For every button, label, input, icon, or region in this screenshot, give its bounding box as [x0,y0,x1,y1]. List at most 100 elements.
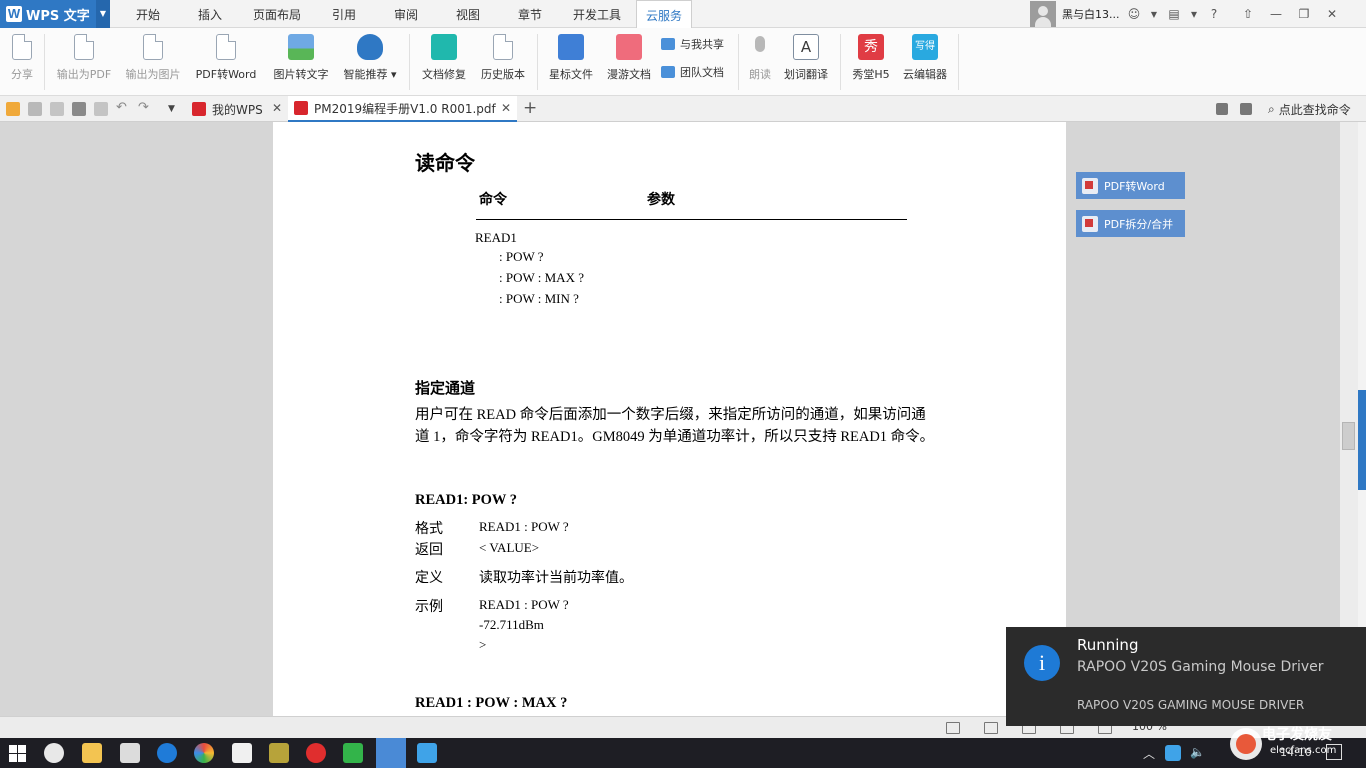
file-explorer-icon[interactable] [82,743,102,763]
tab-start[interactable]: 开始 [120,0,176,28]
export-icon[interactable] [50,102,64,116]
media-icon[interactable] [269,743,289,763]
export-image-button[interactable]: 输出为图片 [121,34,185,88]
info-icon: i [1024,645,1060,681]
tab-chapter[interactable]: 章节 [502,0,558,28]
upload-icon[interactable]: ⇧ [1238,7,1258,21]
store-icon[interactable] [120,743,140,763]
app-icon[interactable] [417,743,437,763]
open-folder-icon[interactable] [6,102,20,116]
doc-icon[interactable] [1216,103,1228,115]
divider [44,34,45,90]
roaming-docs-label: 漫游文档 [607,68,651,81]
chat-icon[interactable] [44,743,64,763]
volume-icon[interactable]: 🔈 [1190,745,1205,759]
tab-view[interactable]: 视图 [440,0,496,28]
star-folder-icon [558,34,584,60]
smart-recommend-button[interactable]: 智能推荐 ▾ [339,34,401,88]
wechat-icon[interactable] [343,743,363,763]
skin-icon[interactable]: ☺ [1124,7,1144,21]
close-icon[interactable]: ✕ [1322,7,1342,21]
field-label: 定义 [415,570,443,586]
history-button[interactable]: 历史版本 [476,34,530,88]
find-command-search[interactable]: ⌕ 点此查找命令 [1268,96,1351,122]
pdf-to-word-button[interactable]: PDF转Word [191,34,261,88]
help-icon[interactable]: ? [1204,7,1224,21]
chevron-down-icon[interactable]: ▼ [168,102,182,116]
restore-icon[interactable]: ❐ [1294,7,1314,21]
tab-my-wps[interactable]: 我的WPS ✕ [186,96,288,122]
tab-cloud-service[interactable]: 云服务 [636,0,692,29]
microphone-icon [747,34,773,60]
divider [537,34,538,90]
user-name[interactable]: 黑与白13... [1062,6,1124,22]
shared-with-me-button[interactable]: 与我共享 [661,34,724,54]
read-aloud-button[interactable]: 朗读 [744,34,776,88]
tab-review[interactable]: 审阅 [378,0,434,28]
export-pdf-button[interactable]: 输出为PDF [52,34,116,88]
tab-document[interactable]: PM2019编程手册V1.0 R001.pdf ✕ [288,96,517,122]
column-header-params: 参数 [647,192,675,208]
print-icon[interactable] [72,102,86,116]
cloud-editor-icon: 写得 [912,34,938,60]
side-panel-toggle[interactable] [1358,390,1366,490]
starred-files-button[interactable]: 星标文件 [544,34,598,88]
tray-app-icon[interactable] [1165,745,1181,761]
wps-logo-icon: W [6,6,22,22]
new-tab-icon[interactable]: + [523,98,537,118]
minimize-icon[interactable]: — [1266,7,1286,21]
pdf-split-merge-button[interactable]: PDF拆分/合并 [1076,210,1185,237]
shared-with-me-label: 与我共享 [680,38,724,51]
section-heading: 读命令 [415,151,475,175]
page-view-icon[interactable] [984,722,998,734]
share-button[interactable]: 分享 [6,34,38,88]
image-to-text-button[interactable]: 图片转文字 [268,34,334,88]
section-heading: 指定通道 [415,379,476,397]
tab-developer[interactable]: 开发工具 [564,0,630,28]
tray-chevron-icon[interactable]: ︿ [1143,745,1155,762]
field-label: 格式 [415,521,443,537]
team-icon [661,66,675,78]
mail-icon[interactable] [232,743,252,763]
team-docs-button[interactable]: 团队文档 [661,62,724,82]
translate-button[interactable]: A 划词翻译 [780,34,832,88]
collapse-icon[interactable] [1240,103,1252,115]
chevron-down-icon[interactable]: ▼ [96,0,110,28]
tab-insert[interactable]: 插入 [182,0,238,28]
close-icon[interactable]: ✕ [272,101,282,115]
redo-icon[interactable]: ↷ [138,101,152,115]
shirt-icon[interactable]: ▾ [1184,7,1204,21]
app-menu-button[interactable]: W WPS 文字 ▼ [0,0,110,28]
notification-toast[interactable]: i Running RAPOO V20S Gaming Mouse Driver… [1006,627,1366,726]
doc-repair-button[interactable]: 文档修复 [416,34,472,88]
app-icon[interactable] [306,743,326,763]
read-aloud-label: 朗读 [749,68,771,81]
wps-taskbar-icon[interactable] [376,738,406,768]
pdf-to-word-side-button[interactable]: PDF转Word [1076,172,1185,199]
team-docs-label: 团队文档 [680,66,724,79]
cloud-editor-button[interactable]: 写得 云编辑器 [898,34,952,88]
export-pdf-label: 输出为PDF [56,68,112,81]
toast-source: RAPOO V20S GAMING MOUSE DRIVER [1077,698,1305,712]
xiutang-h5-button[interactable]: 秀 秀堂H5 [848,34,894,88]
close-icon[interactable]: ✕ [501,101,511,115]
save-icon[interactable] [28,102,42,116]
avatar[interactable] [1030,1,1056,27]
roaming-docs-button[interactable]: 漫游文档 [602,34,656,88]
print-preview-icon[interactable] [94,102,108,116]
scrollbar-thumb[interactable] [1342,422,1355,450]
undo-icon[interactable]: ↶ [116,101,130,115]
clipboard-icon[interactable]: ▤ [1164,7,1184,21]
tab-reference[interactable]: 引用 [316,0,372,28]
windows-start-icon[interactable] [9,745,26,762]
edge-browser-icon[interactable] [157,743,177,763]
pdf-icon [1082,177,1098,194]
example-line: READ1 : POW ? [479,597,569,612]
chrome-icon[interactable] [194,743,214,763]
xiutang-h5-label: 秀堂H5 [852,68,890,81]
translate-icon: A [793,34,819,60]
field-value: 读取功率计当前功率值。 [479,570,633,586]
tab-page-layout[interactable]: 页面布局 [244,0,310,28]
fit-page-icon[interactable] [946,722,960,734]
chevron-down-icon[interactable]: ▼ [1144,10,1164,19]
